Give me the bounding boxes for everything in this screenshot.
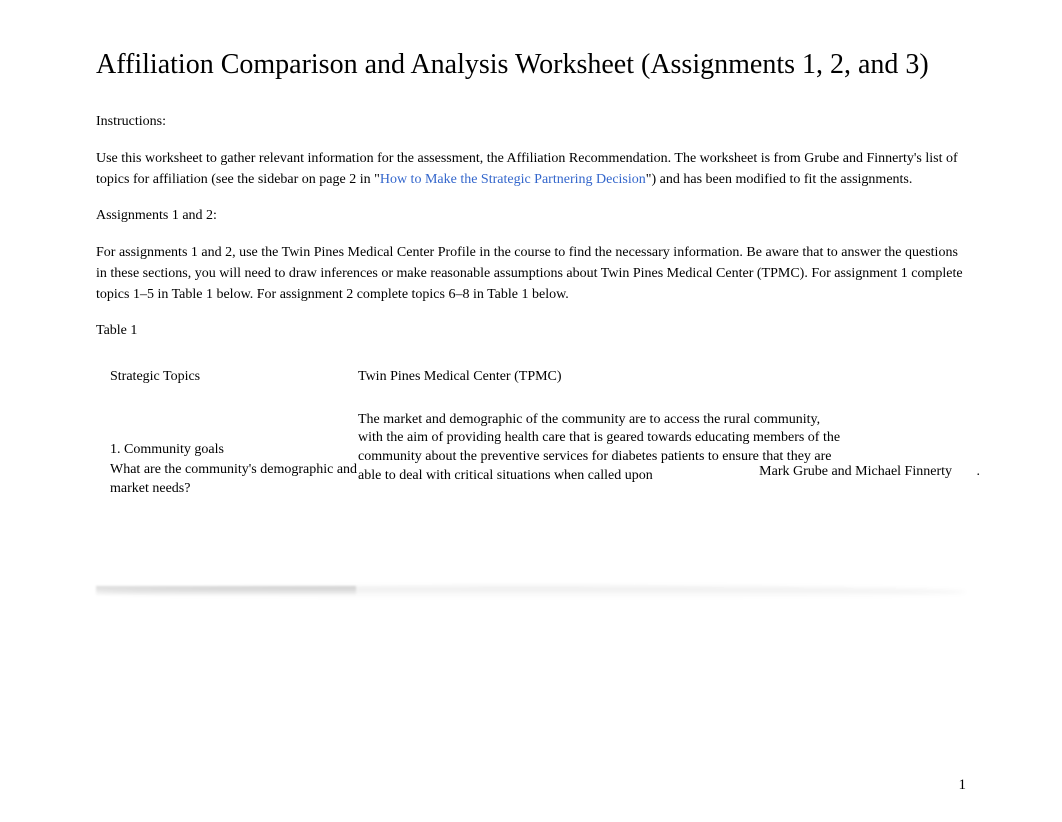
citation-suffix: . (977, 463, 981, 482)
document-page: Affiliation Comparison and Analysis Work… (0, 0, 1062, 600)
page-number: 1 (959, 777, 967, 794)
intro-text-part2: ") and has been modified to fit the assi… (646, 172, 913, 187)
strategic-partnering-link[interactable]: How to Make the Strategic Partnering Dec… (380, 172, 646, 187)
answer-line: The market and demographic of the commun… (358, 411, 952, 430)
intro-paragraph: Use this worksheet to gather relevant in… (96, 148, 966, 190)
table-1: Strategic Topics Twin Pines Medical Cent… (96, 357, 966, 500)
assignments-label: Assignments 1 and 2: (96, 208, 966, 224)
assignments-text: For assignments 1 and 2, use the Twin Pi… (96, 242, 966, 305)
answer-line-4-text: able to deal with critical situations wh… (358, 468, 653, 483)
citation-text: Mark Grube and Michael Finnerty (759, 463, 952, 482)
table-header-strategic-topics: Strategic Topics (110, 369, 358, 385)
topic-number: 1. Community goals (110, 441, 358, 460)
table-cell-topic: 1. Community goals What are the communit… (110, 411, 358, 500)
table-header-tpmc: Twin Pines Medical Center (TPMC) (358, 369, 952, 385)
table-label: Table 1 (96, 323, 966, 339)
page-shadow (96, 586, 966, 598)
topic-question: What are the community's demographic and… (110, 461, 358, 499)
instructions-label: Instructions: (96, 114, 966, 130)
table-cell-answer: The market and demographic of the commun… (358, 411, 952, 500)
page-title: Affiliation Comparison and Analysis Work… (96, 48, 966, 82)
table-header-row: Strategic Topics Twin Pines Medical Cent… (96, 357, 966, 397)
table-row: 1. Community goals What are the communit… (96, 397, 966, 500)
answer-line: with the aim of providing health care th… (358, 429, 952, 448)
